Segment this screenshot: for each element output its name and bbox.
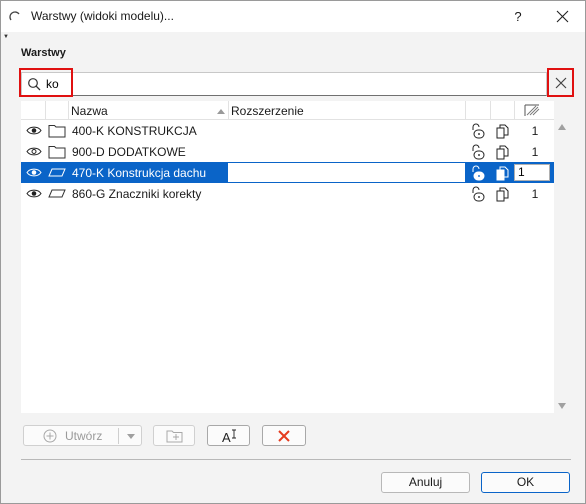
layer-icon: [48, 189, 66, 198]
delete-x-icon: [278, 430, 290, 442]
help-button[interactable]: ?: [501, 1, 535, 32]
layer-name[interactable]: 400-K KONSTRUKCJA: [72, 124, 197, 138]
rename-icon: A: [222, 429, 236, 444]
intersection-number[interactable]: 1: [525, 124, 545, 138]
plus-circle-icon: [43, 429, 57, 443]
search-field[interactable]: [21, 72, 547, 96]
close-icon[interactable]: [541, 1, 585, 32]
rename-button[interactable]: A: [207, 425, 250, 446]
create-button-label: Utwórz: [65, 429, 103, 443]
table-header: Nazwa Rozszerzenie: [21, 101, 554, 120]
title-bar: Warstwy (widoki modelu)... ?: [1, 1, 585, 32]
new-folder-icon: [166, 430, 183, 443]
section-label: Warstwy: [21, 47, 66, 59]
duplicate-icon[interactable]: [494, 165, 510, 181]
cancel-button[interactable]: Anuluj: [381, 472, 470, 493]
column-separator: [45, 101, 46, 119]
clear-highlight-box: [547, 68, 574, 97]
column-header-extension[interactable]: Rozszerzenie: [231, 104, 304, 118]
new-folder-button[interactable]: [153, 425, 195, 446]
table-row[interactable]: 400-K KONSTRUKCJA 1: [21, 120, 554, 141]
unlocked-padlock-icon[interactable]: [470, 123, 486, 139]
ok-button[interactable]: OK: [481, 472, 570, 493]
intersection-number[interactable]: 1: [525, 145, 545, 159]
column-header-name[interactable]: Nazwa: [71, 104, 108, 118]
table-row[interactable]: 860-G Znaczniki korekty 1: [21, 183, 554, 204]
intersection-group-icon[interactable]: [524, 103, 540, 117]
collapse-marker-icon: ▼: [3, 34, 9, 40]
layer-name[interactable]: 470-K Konstrukcja dachu: [72, 166, 206, 180]
window-title: Warstwy (widoki modelu)...: [31, 9, 174, 23]
visibility-eye-icon[interactable]: [26, 146, 42, 157]
layer-icon: [48, 168, 66, 177]
search-input[interactable]: [46, 75, 526, 92]
unlocked-padlock-icon[interactable]: [470, 165, 486, 181]
duplicate-icon[interactable]: [494, 123, 510, 139]
duplicate-icon[interactable]: [494, 144, 510, 160]
intersection-number[interactable]: 1: [525, 187, 545, 201]
unlocked-padlock-icon[interactable]: [470, 144, 486, 160]
chevron-down-icon[interactable]: [127, 434, 135, 439]
visibility-eye-icon[interactable]: [26, 125, 42, 136]
folder-icon: [48, 146, 66, 159]
intersection-number-input[interactable]: 1: [514, 164, 550, 181]
column-separator: [68, 101, 69, 119]
column-separator: [228, 101, 229, 119]
column-separator: [490, 101, 491, 119]
column-separator: [465, 101, 466, 119]
create-button[interactable]: Utwórz: [23, 425, 142, 446]
search-highlight-box: [19, 68, 73, 97]
delete-button[interactable]: [262, 425, 306, 446]
svg-text:A: A: [222, 430, 231, 444]
layer-name[interactable]: 860-G Znaczniki korekty: [72, 187, 201, 201]
unlocked-padlock-icon[interactable]: [470, 186, 486, 202]
extension-edit-field[interactable]: [228, 163, 465, 182]
scroll-down-arrow-icon[interactable]: [558, 403, 566, 409]
button-divider: [118, 428, 119, 444]
layers-table: Nazwa Rozszerzenie 400-K KONSTRUKCJA 1 9…: [21, 101, 554, 413]
table-row-selected[interactable]: 470-K Konstrukcja dachu 1: [21, 162, 554, 183]
visibility-eye-icon[interactable]: [26, 167, 42, 178]
footer-divider: [21, 459, 571, 460]
app-icon: [9, 11, 20, 21]
table-row[interactable]: 900-D DODATKOWE 1: [21, 141, 554, 162]
sort-ascending-icon[interactable]: [217, 109, 225, 114]
column-separator: [514, 101, 515, 119]
duplicate-icon[interactable]: [494, 186, 510, 202]
scroll-up-arrow-icon[interactable]: [558, 124, 566, 130]
layer-name[interactable]: 900-D DODATKOWE: [72, 145, 186, 159]
dialog-window: Warstwy (widoki modelu)... ? ▼ Warstwy N…: [0, 0, 586, 504]
visibility-eye-icon[interactable]: [26, 188, 42, 199]
folder-icon: [48, 125, 66, 138]
